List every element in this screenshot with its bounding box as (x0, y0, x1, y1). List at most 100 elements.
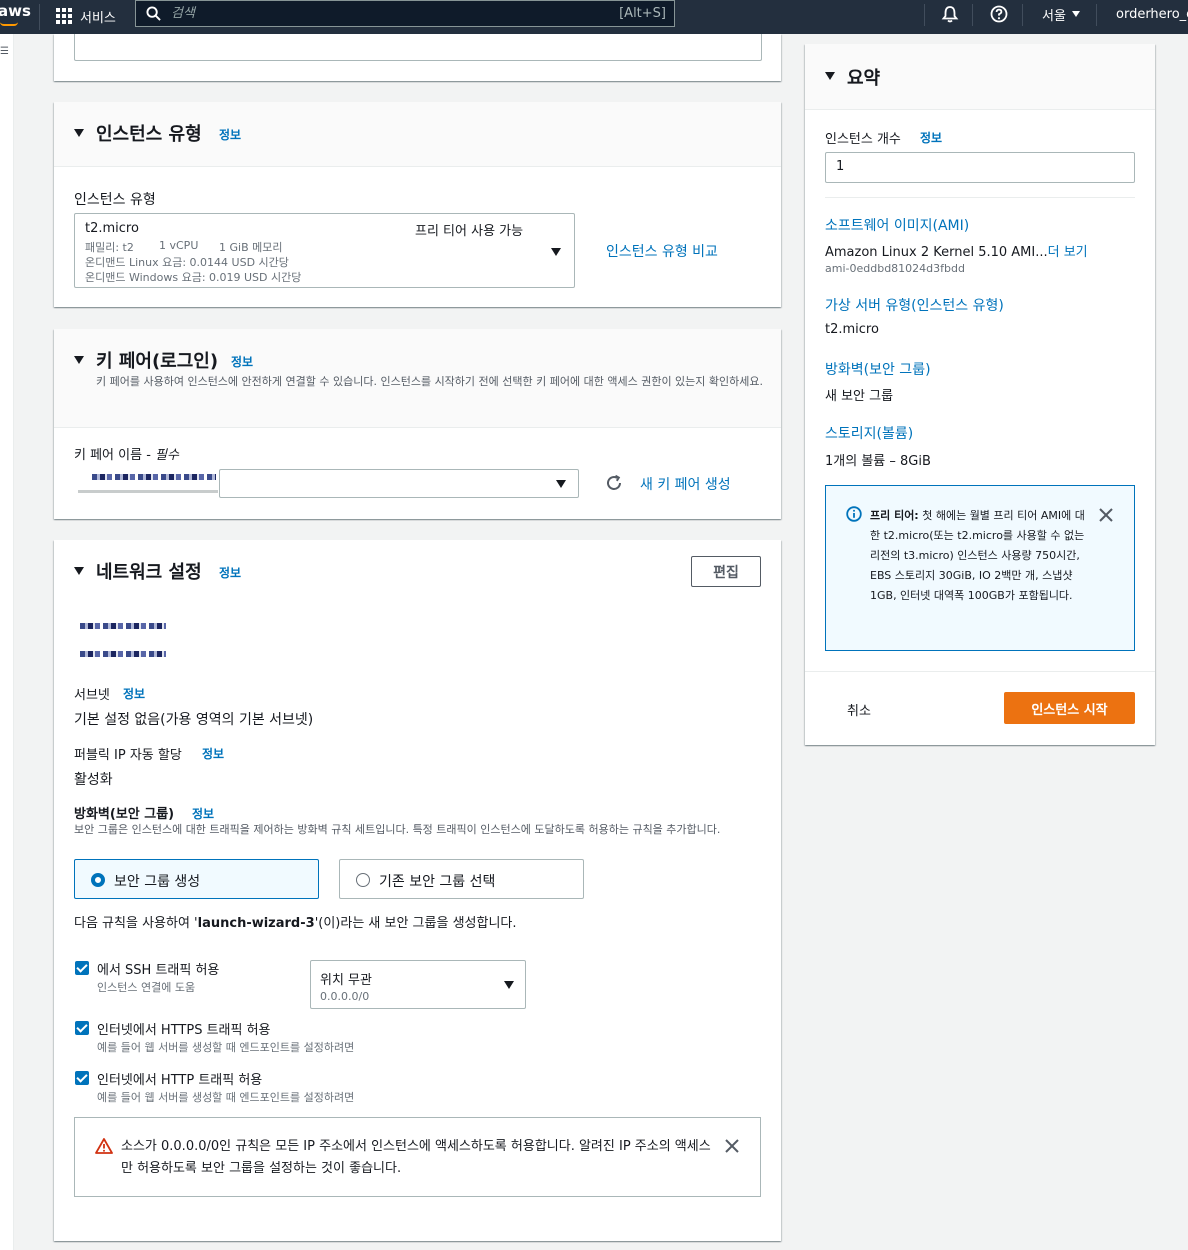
ami-name: Amazon Linux 2 Kernel 5.10 AMI... (825, 245, 1048, 260)
launch-instance-button[interactable]: 인스턴스 시작 (1004, 692, 1135, 724)
warning-text: 소스가 0.0.0.0/0인 규칙은 모든 IP 주소에서 인스턴스에 액세스하… (121, 1139, 711, 1176)
info-link[interactable]: 정보 (123, 685, 145, 702)
instance-type-select[interactable]: t2.micro 프리 티어 사용 가능 패밀리: t2 1 vCPU 1 Gi… (74, 213, 575, 288)
caret-down-icon[interactable] (74, 567, 84, 575)
panel-title: 요약 (847, 68, 881, 89)
ami-more-link[interactable]: 더 보기 (1048, 245, 1088, 260)
compare-instance-types-link[interactable]: 인스턴스 유형 비교 (606, 241, 718, 261)
info-link[interactable]: 정보 (231, 353, 253, 370)
edit-button[interactable]: 편집 (691, 556, 761, 587)
notifications-button[interactable] (941, 0, 959, 28)
search-bar[interactable]: [Alt+S] (135, 0, 675, 27)
grid-icon (56, 8, 72, 24)
info-link[interactable]: 정보 (219, 126, 241, 143)
radio-selected-icon (91, 873, 105, 887)
storage-value: 1개의 볼륨 – 8GiB (825, 454, 931, 469)
instance-type-header[interactable]: 인스턴스 유형 정보 (54, 102, 781, 167)
free-tier-body: 첫 해에는 월별 프리 티어 AMI에 대한 t2.micro(또는 t2.mi… (870, 509, 1085, 602)
warning-icon (95, 1138, 113, 1154)
refresh-icon[interactable] (605, 474, 623, 492)
key-pair-select[interactable] (219, 469, 579, 498)
radio-existing-security-group[interactable]: 기존 보안 그룹 선택 (339, 859, 584, 899)
firewall-description: 보안 그룹은 인스턴스에 대한 트래픽을 제어하는 방화벽 규칙 세트입니다. … (74, 823, 721, 836)
required-marker: 필수 (155, 448, 179, 463)
ssh-source-value: 위치 무관 (320, 973, 372, 988)
summary-header[interactable]: 요약 (805, 44, 1155, 110)
info-icon (846, 506, 862, 522)
account-menu[interactable]: orderhero_ch (1116, 0, 1188, 28)
search-shortcut: [Alt+S] (619, 6, 666, 21)
region-selector[interactable]: 서울 (1042, 0, 1080, 28)
storage-link[interactable]: 스토리지(볼륨) (825, 423, 913, 443)
ami-link[interactable]: 소프트웨어 이미지(AMI) (825, 215, 969, 235)
nav-divider (1096, 4, 1097, 26)
instance-type-link[interactable]: 가상 서버 유형(인스턴스 유형) (825, 295, 1004, 315)
public-ip-value: 활성화 (74, 772, 113, 788)
linux-price: 온디맨드 Linux 요금: 0.0144 USD 시간당 (85, 256, 289, 269)
cancel-button[interactable]: 취소 (847, 700, 871, 719)
instance-family: 패밀리: t2 (85, 241, 134, 254)
instance-vcpu: 1 vCPU (159, 239, 199, 252)
redacted-underline (78, 490, 218, 493)
divider (805, 671, 1155, 672)
key-pair-description: 키 페어를 사용하여 인스턴스에 안전하게 연결할 수 있습니다. 인스턴스를 … (96, 375, 764, 388)
field-label: 인스턴스 유형 (74, 192, 156, 208)
redacted-network-label (80, 623, 166, 629)
rule-text-prefix: 다음 규칙을 사용하여 ' (74, 916, 198, 931)
ssh-source-select[interactable]: 위치 무관 0.0.0.0/0 (310, 960, 526, 1009)
nav-divider (924, 4, 925, 26)
ssh-rule-desc: 인스턴스 연결에 도움 (97, 981, 196, 994)
caret-down-icon (1071, 11, 1080, 17)
instance-type-name: t2.micro (85, 221, 139, 236)
previous-section-panel (54, 34, 781, 81)
redacted-network-value (80, 651, 166, 657)
panel-title: 네트워크 설정 (96, 562, 202, 583)
network-header[interactable]: 네트워크 설정 정보 편집 (54, 540, 781, 603)
redacted-key-name (92, 474, 216, 480)
caret-down-icon[interactable] (74, 129, 84, 137)
info-link[interactable]: 정보 (192, 805, 214, 822)
key-pair-header[interactable]: 키 페어(로그인) 정보 키 페어를 사용하여 인스턴스에 안전하게 연결할 수… (54, 329, 781, 428)
http-rule-label: 인터넷에서 HTTP 트래픽 허용 (97, 1073, 263, 1088)
radio-create-security-group[interactable]: 보안 그룹 생성 (74, 859, 319, 899)
search-input[interactable] (171, 6, 620, 21)
network-settings-panel: 네트워크 설정 정보 편집 서브넷 정보 기본 설정 없음(가용 영역의 기본 … (54, 540, 781, 1241)
create-key-pair-link[interactable]: 새 키 페어 생성 (640, 474, 731, 494)
menu-icon[interactable]: ☰ (0, 46, 9, 57)
http-checkbox[interactable] (75, 1071, 89, 1085)
info-link[interactable]: 정보 (920, 129, 942, 146)
close-icon[interactable] (725, 1139, 739, 1153)
help-button[interactable] (990, 0, 1008, 28)
firewall-label: 방화벽(보안 그룹) (74, 807, 175, 822)
summary-panel: 요약 인스턴스 개수 정보 1 소프트웨어 이미지(AMI) Amazon Li… (805, 44, 1155, 745)
free-tier-alert: 프리 티어: 첫 해에는 월별 프리 티어 AMI에 대한 t2.micro(또… (825, 485, 1135, 651)
radio-unselected-icon (356, 873, 370, 887)
info-link[interactable]: 정보 (219, 564, 241, 581)
firewall-link[interactable]: 방화벽(보안 그룹) (825, 359, 931, 379)
https-checkbox[interactable] (75, 1021, 89, 1035)
https-rule-desc: 예를 들어 웹 서버를 생성할 때 엔드포인트를 설정하려면 (97, 1041, 355, 1054)
caret-down-icon[interactable] (825, 72, 835, 80)
bell-icon (941, 6, 959, 23)
instance-count-label: 인스턴스 개수 (825, 132, 901, 147)
free-tier-badge: 프리 티어 사용 가능 (415, 224, 524, 239)
ssh-checkbox[interactable] (75, 961, 89, 975)
key-pair-label: 키 페어 이름 - 필수 (74, 444, 179, 463)
rule-text-suffix: '(이)라는 새 보안 그룹을 생성합니다. (314, 916, 517, 931)
radio-label: 보안 그룹 생성 (114, 874, 201, 890)
services-label: 서비스 (80, 10, 116, 26)
ssh-rule-label: 에서 SSH 트래픽 허용 (97, 963, 220, 978)
services-menu-button[interactable]: 서비스 (56, 4, 116, 28)
info-link[interactable]: 정보 (202, 745, 224, 762)
search-icon (146, 6, 161, 21)
panel-title: 인스턴스 유형 (96, 124, 202, 145)
public-ip-label: 퍼블릭 IP 자동 할당 (74, 748, 182, 763)
aws-logo[interactable]: aws (0, 2, 31, 20)
left-side-rail: ☰ (0, 34, 14, 1250)
nav-divider (39, 4, 40, 30)
close-icon[interactable] (1099, 508, 1113, 522)
caret-down-icon[interactable] (74, 356, 84, 364)
instance-type-panel: 인스턴스 유형 정보 인스턴스 유형 t2.micro 프리 티어 사용 가능 … (54, 102, 781, 307)
instance-count-input[interactable]: 1 (825, 152, 1135, 183)
nav-divider (1022, 4, 1023, 26)
